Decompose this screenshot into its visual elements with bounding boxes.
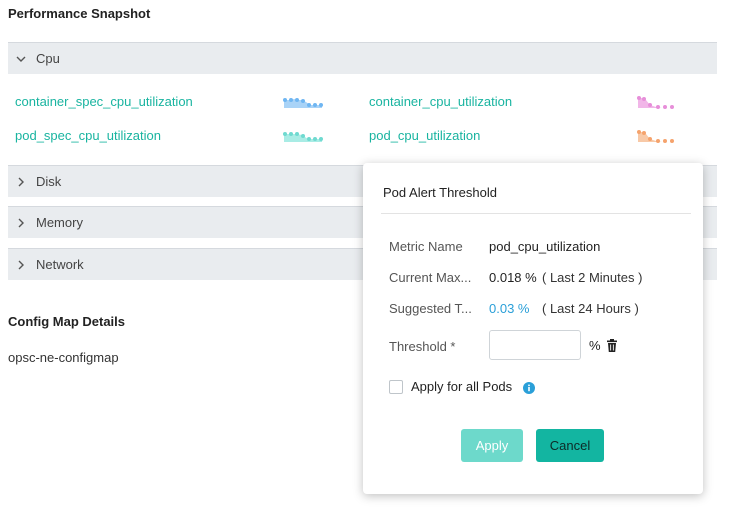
chevron-right-icon — [18, 260, 24, 269]
current-max-note: ( Last 2 Minutes ) — [542, 270, 643, 285]
suggested-note: ( Last 24 Hours ) — [542, 301, 639, 316]
apply-button[interactable]: Apply — [461, 429, 523, 462]
cancel-button[interactable]: Cancel — [536, 429, 604, 462]
threshold-input[interactable] — [489, 330, 581, 360]
sparkline-icon — [283, 132, 323, 142]
chevron-right-icon — [18, 218, 24, 227]
apply-all-pods-checkbox[interactable] — [389, 380, 403, 394]
current-max-value: 0.018 % — [489, 270, 537, 285]
accordion-label: Network — [36, 257, 84, 272]
pod-alert-threshold-popup: Pod Alert Threshold Metric Name pod_cpu_… — [363, 163, 703, 494]
metric-name-value: pod_cpu_utilization — [489, 239, 601, 254]
sparkline-icon — [283, 98, 323, 108]
page-title: Performance Snapshot — [8, 6, 151, 21]
suggested-value: 0.03 % — [489, 301, 530, 316]
threshold-unit: % — [589, 338, 601, 353]
info-icon[interactable] — [523, 382, 535, 394]
config-map-title: Config Map Details — [8, 314, 126, 329]
apply-all-pods-label[interactable]: Apply for all Pods — [411, 379, 512, 394]
accordion-label: Memory — [36, 215, 83, 230]
chevron-right-icon — [18, 177, 24, 186]
sparkline-icon — [637, 96, 674, 109]
config-map-item: opsc-ne-configmap — [8, 350, 119, 365]
current-max-label: Current Max... — [389, 270, 472, 285]
accordion-cpu[interactable]: Cpu — [8, 42, 717, 74]
sparkline-icon — [637, 130, 674, 143]
popup-divider — [381, 213, 691, 214]
accordion-label: Disk — [36, 174, 62, 189]
threshold-label: Threshold * — [389, 339, 456, 354]
metric-link-pod-cpu[interactable]: pod_cpu_utilization — [369, 128, 480, 143]
trash-icon[interactable] — [606, 339, 618, 352]
suggested-label: Suggested T... — [389, 301, 472, 316]
accordion-label: Cpu — [36, 51, 60, 66]
popup-title: Pod Alert Threshold — [383, 185, 497, 200]
metric-link-pod-spec-cpu[interactable]: pod_spec_cpu_utilization — [15, 128, 161, 143]
metric-link-container-cpu[interactable]: container_cpu_utilization — [369, 94, 512, 109]
chevron-down-icon — [16, 56, 26, 62]
metric-name-label: Metric Name — [389, 239, 463, 254]
metric-link-container-spec-cpu[interactable]: container_spec_cpu_utilization — [15, 94, 193, 109]
